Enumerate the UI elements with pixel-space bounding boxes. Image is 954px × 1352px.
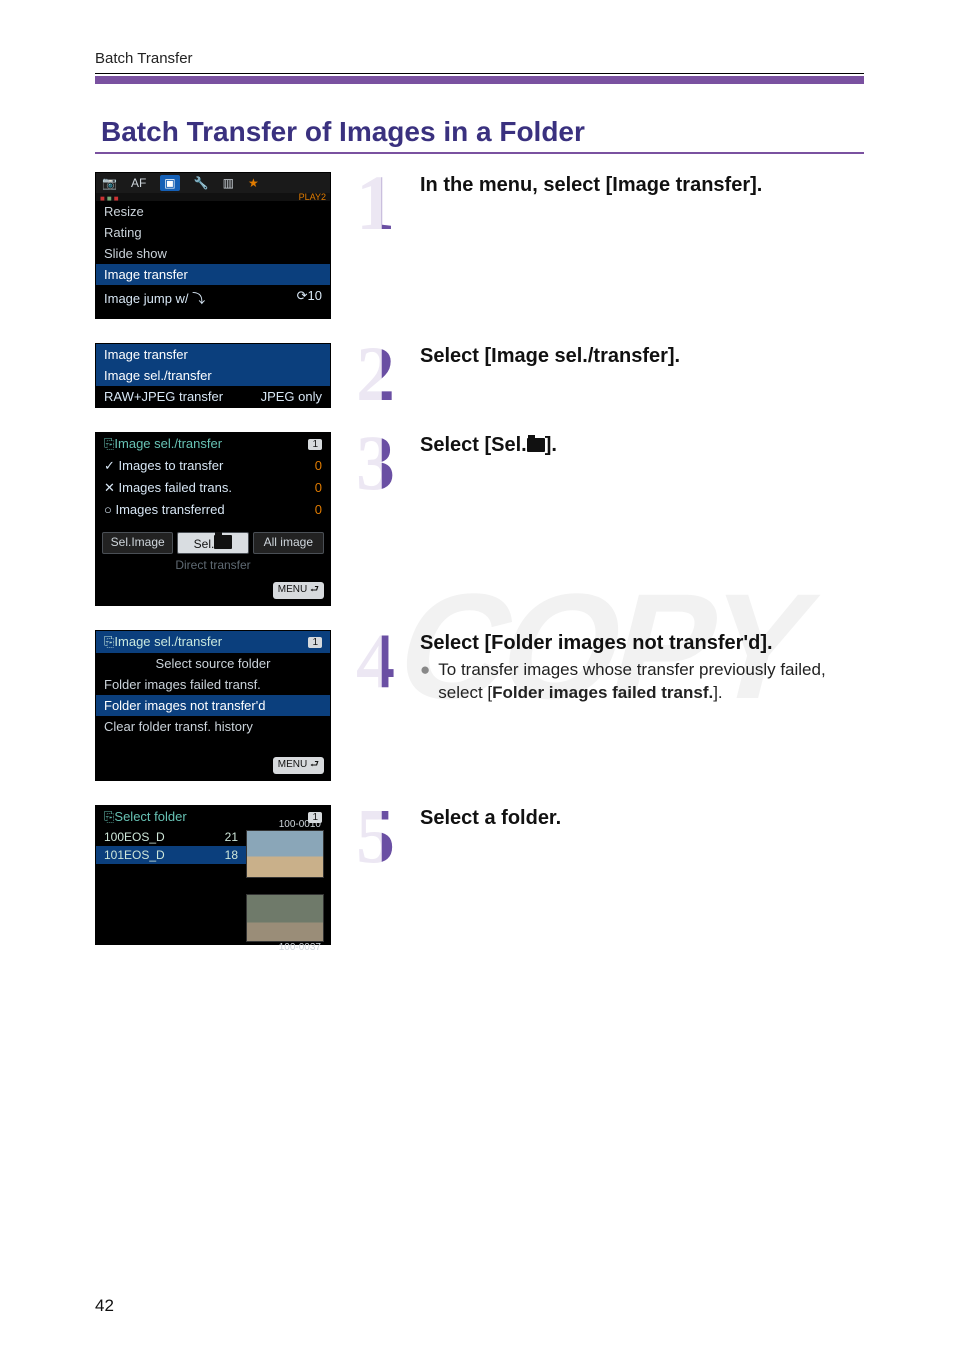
lcd-tabs: 📷 AF ▣ 🔧 ▥ ★ [96, 173, 330, 193]
menu-back-pill: MENU ⮐ [273, 582, 324, 599]
thumb-top: 100-0010 [246, 830, 324, 878]
step-2-heading: Select [Image sel./transfer]. [420, 345, 680, 367]
menu-item-resize: Resize [96, 201, 330, 222]
lcd4-i1: Folder images failed transf. [96, 674, 330, 695]
step-number-2: 2 2 [350, 343, 420, 405]
step-3: ⎘Image sel./transfer 1 ✓ Images to trans… [95, 432, 864, 606]
btn-sel-folder: Sel. [177, 532, 248, 554]
bullet-icon: ● [420, 659, 430, 705]
tab-wrench-icon: 🔧 [194, 176, 209, 190]
menu-item-jump: Image jump w/ ⤵ ⟳10 [96, 285, 330, 310]
step-1-heading: In the menu, select [Image transfer]. [420, 174, 762, 196]
folder-icon [214, 535, 232, 549]
section-underline [95, 152, 864, 154]
step-number-5: 5 5 [350, 805, 420, 867]
lcd3-r2: ✕ Images failed trans.0 [96, 477, 330, 499]
rule-thin [95, 73, 864, 74]
thumbnail-strip: 100-0010 100-0037 [246, 830, 324, 958]
subtab-label: PLAY2 [299, 192, 326, 202]
lcd3-direct: Direct transfer [96, 556, 330, 578]
step-1: 📷 AF ▣ 🔧 ▥ ★ ■■■ PLAY2 Resize Rating Sli… [95, 172, 864, 319]
lcd2-row1: Image sel./transfer [96, 365, 330, 386]
lcd2-title: Image transfer [96, 344, 330, 365]
menu-item-rating: Rating [96, 222, 330, 243]
running-head: Batch Transfer [95, 50, 864, 67]
lcd-select-folder: ⎘Select folder 1 100EOS_D21 101EOS_D18 1… [95, 805, 331, 945]
thumb-bottom: 100-0037 [246, 894, 324, 942]
tab-af: AF [131, 176, 146, 190]
lcd3-buttons: Sel.Image Sel. All image [96, 528, 330, 556]
step-4: ⎘Image sel./transfer 1 Select source fol… [95, 630, 864, 781]
lcd3-r1: ✓ Images to transfer0 [96, 455, 330, 477]
menu-back-pill: MENU ⮐ [273, 757, 324, 774]
lcd3-title: ⎘Image sel./transfer 1 [96, 433, 330, 455]
menu-item-image-transfer: Image transfer [96, 264, 330, 285]
lcd2-row2: RAW+JPEG transferJPEG only [96, 386, 330, 407]
page-number: 42 [95, 1296, 114, 1316]
step-5: ⎘Select folder 1 100EOS_D21 101EOS_D18 1… [95, 805, 864, 945]
step-number-4: 4 4 [350, 630, 420, 692]
jump-badge: ⟳10 [297, 288, 322, 307]
lcd3-r3: ○ Images transferred0 [96, 499, 330, 520]
btn-all-image: All image [253, 532, 324, 554]
step-5-heading: Select a folder. [420, 807, 561, 829]
tab-star-icon: ★ [248, 176, 259, 190]
step-number-3: 3 3 [350, 432, 420, 494]
tab-custom-icon: ▥ [223, 176, 234, 190]
step-2: Image transfer Image sel./transfer RAW+J… [95, 343, 864, 408]
lcd-play-menu: 📷 AF ▣ 🔧 ▥ ★ ■■■ PLAY2 Resize Rating Sli… [95, 172, 331, 319]
lcd4-sub: Select source folder [96, 653, 330, 674]
folder-icon [527, 438, 545, 452]
camera-icon: 📷 [102, 176, 117, 190]
rule-thick [95, 76, 864, 84]
section-title: Batch Transfer of Images in a Folder [101, 116, 864, 148]
btn-sel-image: Sel.Image [102, 532, 173, 554]
step-4-heading: Select [Folder images not transfer'd]. [420, 632, 773, 654]
step-3-heading: Select [Sel.]. [420, 434, 557, 456]
menu-item-slideshow: Slide show [96, 243, 330, 264]
tab-play-icon: ▣ [160, 175, 179, 191]
lcd4-title: ⎘Image sel./transfer 1 [96, 631, 330, 653]
lcd-sel-transfer: ⎘Image sel./transfer 1 ✓ Images to trans… [95, 432, 331, 606]
lcd4-i3: Clear folder transf. history [96, 716, 330, 737]
lcd-image-transfer: Image transfer Image sel./transfer RAW+J… [95, 343, 331, 408]
step-4-bullet: ● To transfer images whose transfer prev… [420, 659, 864, 705]
folder-row: 100EOS_D21 [96, 828, 246, 846]
folder-list: 100EOS_D21 101EOS_D18 [96, 828, 246, 864]
step-number-1: 1 1 [350, 172, 420, 234]
card-badge: 1 [308, 637, 322, 648]
folder-row-selected: 101EOS_D18 [96, 846, 246, 864]
lcd-source-folder: ⎘Image sel./transfer 1 Select source fol… [95, 630, 331, 781]
card-badge: 1 [308, 439, 322, 450]
dial-icon: ⤵ [192, 291, 205, 306]
lcd4-i2: Folder images not transfer'd [96, 695, 330, 716]
lcd-subtab: ■■■ PLAY2 [96, 193, 330, 201]
